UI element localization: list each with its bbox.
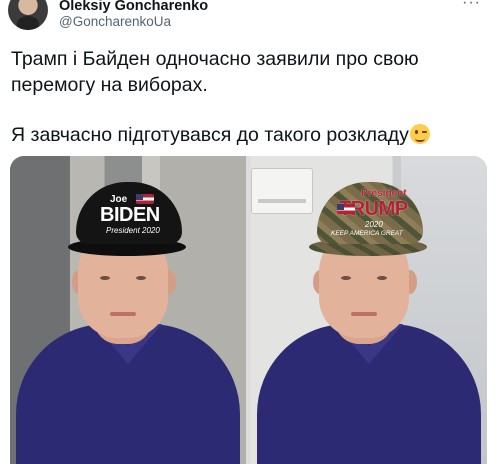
blue-shirt — [16, 324, 240, 464]
tweet-paragraph-1: Трамп і Байден одночасно заявили про сво… — [11, 48, 419, 96]
us-flag-icon — [337, 204, 355, 214]
author-avatar[interactable] — [8, 0, 48, 30]
cap-text-sub: President 2020 — [106, 226, 160, 235]
author-handle[interactable]: @GoncharenkoUa — [59, 14, 171, 29]
us-flag-icon — [136, 194, 154, 204]
tweet-text: Трамп і Байден одночасно заявили про сво… — [11, 46, 487, 148]
author-name[interactable]: Oleksiy Goncharenko — [59, 0, 208, 14]
tweet-media: Joe BIDEN President 2020 President TRUMP… — [10, 156, 487, 464]
tweet-paragraph-2: Я завчасно підготувався до такого розкла… — [11, 122, 487, 148]
winking-face-emoji-icon — [409, 124, 430, 144]
blue-shirt — [257, 324, 481, 464]
air-conditioner — [251, 168, 313, 214]
cap-text-sub: 2020 — [365, 220, 383, 229]
cap-text-bottom: KEEP AMERICA GREAT — [331, 230, 403, 237]
cap-text-main: BIDEN — [100, 204, 160, 226]
more-options-icon[interactable]: ··· — [462, 0, 486, 11]
tweet-paragraph-2-text: Я завчасно підготувався до такого розкла… — [11, 124, 409, 146]
tweet-header: Oleksiy Goncharenko @GoncharenkoUa ··· — [0, 0, 497, 34]
photo-biden-cap[interactable]: Joe BIDEN President 2020 — [10, 156, 246, 464]
photo-trump-cap[interactable]: President TRUMP 2020 KEEP AMERICA GREAT — [251, 156, 487, 464]
